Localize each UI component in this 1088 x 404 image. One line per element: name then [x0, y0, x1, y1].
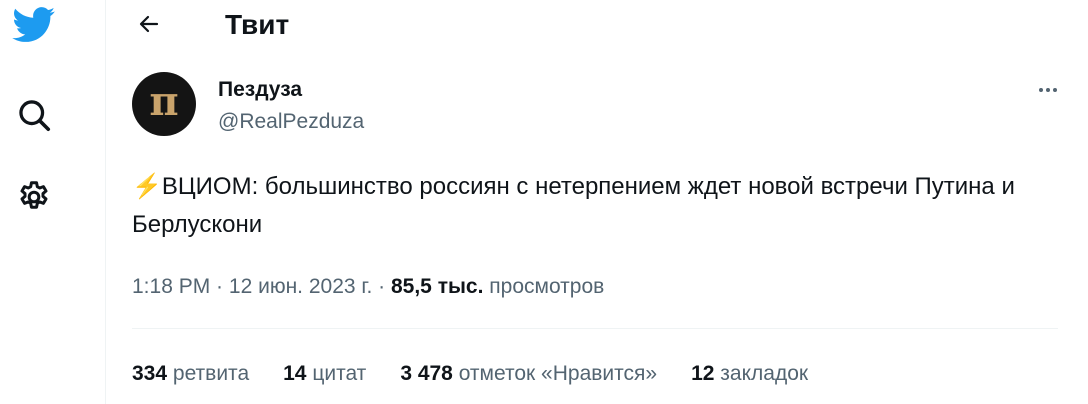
- sidebar: [0, 0, 106, 404]
- tweet-date[interactable]: 12 июн. 2023 г.: [229, 275, 372, 298]
- stat-count: 3 478: [400, 362, 453, 385]
- more-options-icon[interactable]: [1030, 80, 1066, 100]
- stat-count: 334: [132, 362, 168, 385]
- avatar[interactable]: п: [132, 72, 196, 136]
- author-name[interactable]: Пездуза: [218, 77, 302, 103]
- views-count: 85,5 тыс.: [390, 275, 484, 298]
- stat-count: 14: [283, 362, 307, 385]
- lightning-emoji: ⚡: [132, 173, 162, 200]
- stat-likes[interactable]: 3 478 отметок «Нравится»: [400, 361, 657, 387]
- stat-count: 12: [691, 362, 715, 385]
- author-handle[interactable]: @RealPezduza: [218, 109, 364, 135]
- page-title: Твит: [225, 9, 290, 40]
- twitter-bird-icon[interactable]: [11, 2, 57, 48]
- engagement-stats: 334 ретвита 14 цитат 3 478 отметок «Нрав…: [132, 361, 842, 387]
- tweet-body: ВЦИОМ: большинство россиян с нетерпением…: [132, 173, 1015, 238]
- stat-label: отметок «Нравится»: [458, 362, 658, 385]
- divider: [132, 328, 1058, 329]
- avatar-logo: п: [149, 78, 179, 125]
- meta-separator: ·: [372, 275, 391, 298]
- stat-bookmarks[interactable]: 12 закладок: [691, 361, 808, 387]
- tweet-text: ⚡ВЦИОМ: большинство россиян с нетерпение…: [132, 168, 1062, 244]
- tweet-time[interactable]: 1:18 PM: [132, 275, 210, 298]
- stat-label: цитат: [312, 362, 367, 385]
- stat-retweets[interactable]: 334 ретвита: [132, 361, 249, 387]
- tweet-meta: 1:18 PM · 12 июн. 2023 г. · 85,5 тыс. пр…: [132, 274, 604, 300]
- search-icon[interactable]: [11, 92, 57, 138]
- stat-label: закладок: [720, 362, 809, 385]
- stat-label: ретвита: [172, 362, 250, 385]
- meta-separator: ·: [210, 275, 229, 298]
- views-label: просмотров: [489, 275, 605, 298]
- stat-quotes[interactable]: 14 цитат: [283, 361, 366, 387]
- gear-icon[interactable]: [11, 174, 57, 220]
- main-column: Твит п Пездуза @RealPezduza ⚡ВЦИОМ: боль…: [107, 0, 1088, 404]
- header: Твит: [107, 0, 1088, 50]
- back-arrow-icon[interactable]: [129, 6, 169, 42]
